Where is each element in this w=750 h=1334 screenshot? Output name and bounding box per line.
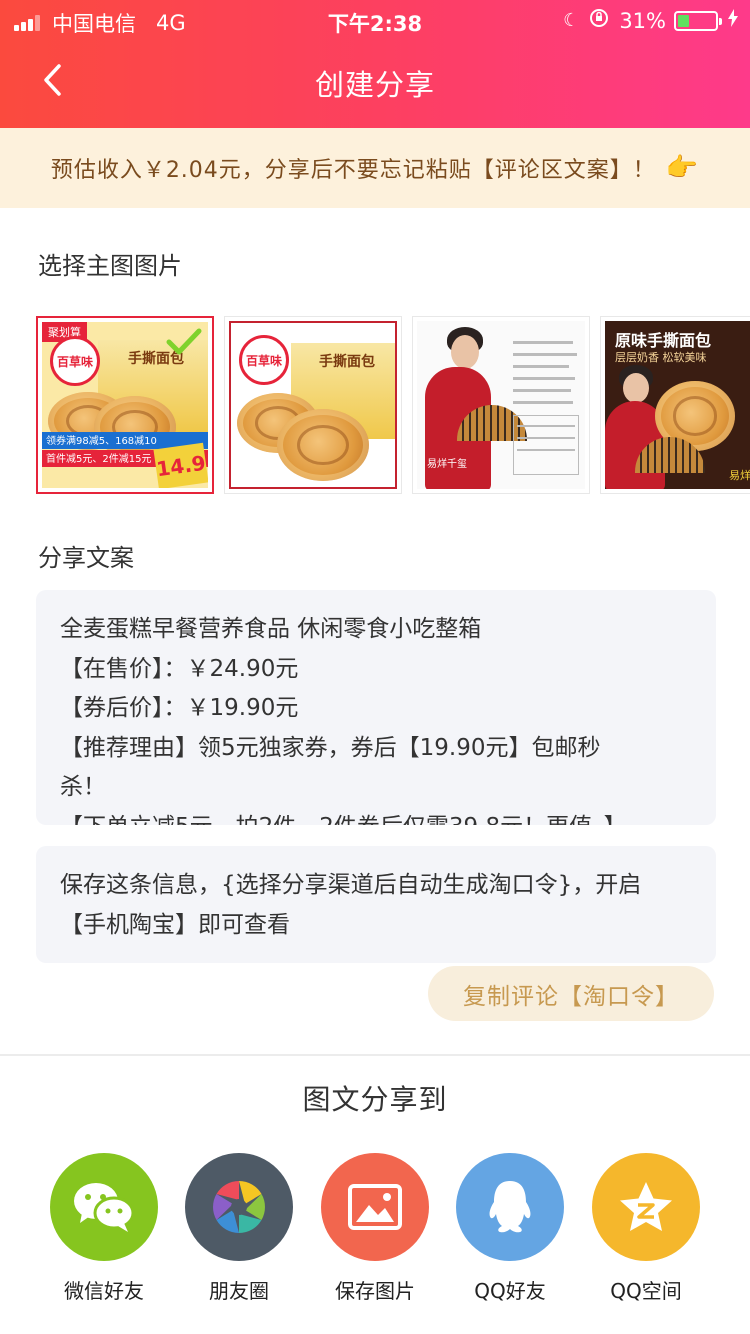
income-banner: 预估收入￥2.04元，分享后不要忘记粘贴【评论区文案】！ 👉 [0, 128, 750, 208]
divider [0, 1054, 750, 1056]
battery-icon [674, 10, 722, 31]
share-section-title: 图文分享到 [302, 1083, 448, 1116]
thumbnail-strip[interactable]: 聚划算 百草味 手撕面包 领券满98减5、168减10 首件减5元、2件减15元… [36, 316, 750, 494]
share-label: 保存图片 [335, 1279, 415, 1303]
page-title: 创建分享 [314, 68, 435, 102]
qzone-star-icon [620, 1182, 672, 1231]
share-circle [321, 1153, 429, 1261]
pointing-hand-icon: 👉 [665, 153, 700, 183]
status-right: ☾ 31% [553, 8, 738, 33]
qq-penguin-icon [489, 1181, 531, 1233]
price-tag: 14.9 [153, 442, 208, 488]
product-name: 手撕面包 [319, 354, 375, 370]
wechat-icon [74, 1183, 135, 1232]
share-label: QQ好友 [474, 1279, 546, 1303]
copy-line: 【下单立减5元，拍2件，2件券后仅需39.8元！更值。】 [60, 808, 692, 826]
moments-aperture-icon [213, 1181, 265, 1233]
share-wechat-button[interactable]: 微信好友 [49, 1153, 159, 1304]
checkmark-icon [166, 328, 202, 355]
thumbnail-footer: 易烊千玺 [729, 469, 750, 482]
tao-code-info-box: 保存这条信息，{选择分享渠道后自动生成淘口令}，开启 【手机陶宝】即可查看 [36, 846, 716, 963]
battery-percent: 31% [619, 8, 666, 33]
charging-bolt-icon [728, 9, 738, 32]
moon-icon: ☾ [563, 10, 580, 31]
thumbnail-4[interactable]: 原味手撕面包 层层奶香 松软美味 易烊千玺 [600, 316, 750, 494]
rotation-lock-icon [589, 8, 609, 33]
share-circle [592, 1153, 700, 1261]
app-header: 中国电信 4G 下午2:38 ☾ 31% 创建分享 [0, 0, 750, 128]
copy-comment-button[interactable]: 复制评论【淘口令】 [428, 966, 714, 1021]
copy-line: 【券后价】：￥19.90元 [60, 695, 299, 721]
copy-line: 杀！ [60, 774, 106, 800]
copy-line: 全麦蛋糕早餐营养食品 休闲零食小吃整箱 [60, 616, 482, 642]
copy-section-title: 分享文案 [38, 544, 134, 572]
share-moments-button[interactable]: 朋友圈 [184, 1153, 294, 1304]
thumbnail-subcaption: 层层奶香 松软美味 [615, 351, 707, 364]
copy-line: 【推荐理由】领5元独家券，券后【19.90元】包邮秒 [60, 734, 601, 761]
share-label: QQ空间 [610, 1279, 682, 1303]
share-qq-button[interactable]: QQ好友 [455, 1153, 565, 1304]
brand-logo: 百草味 [239, 335, 289, 385]
image-icon [348, 1184, 402, 1230]
income-banner-text: 预估收入￥2.04元，分享后不要忘记粘贴【评论区文案】！ [50, 158, 656, 183]
info-line-1: 保存这条信息，{选择分享渠道后自动生成淘口令}，开启 [60, 872, 642, 898]
thumbnail-caption: 易烊千玺 [427, 459, 467, 470]
thumbnail-2[interactable]: 百草味 手撕面包 [224, 316, 402, 494]
share-circle [50, 1153, 158, 1261]
status-bar: 中国电信 4G 下午2:38 ☾ 31% [0, 0, 750, 40]
brand-logo: 百草味 [50, 336, 100, 386]
share-circle [456, 1153, 564, 1261]
thumbnail-1[interactable]: 聚划算 百草味 手撕面包 领券满98减5、168减10 首件减5元、2件减15元… [36, 316, 214, 494]
share-label: 微信好友 [64, 1279, 144, 1303]
share-circle [185, 1153, 293, 1261]
share-copy-textbox[interactable]: 全麦蛋糕早餐营养食品 休闲零食小吃整箱 【在售价】：￥24.90元 【券后价】：… [36, 590, 716, 825]
share-qzone-button[interactable]: QQ空间 [591, 1153, 701, 1304]
info-line-2: 【手机陶宝】即可查看 [60, 911, 290, 938]
thumbnail-caption: 原味手撕面包 [615, 331, 712, 350]
thumbnail-3[interactable]: 易烊千玺 [412, 316, 590, 494]
share-save-image-button[interactable]: 保存图片 [320, 1153, 430, 1304]
images-section-title: 选择主图图片 [38, 252, 182, 280]
share-label: 朋友圈 [209, 1279, 269, 1303]
copy-line: 【在售价】：￥24.90元 [60, 655, 299, 682]
